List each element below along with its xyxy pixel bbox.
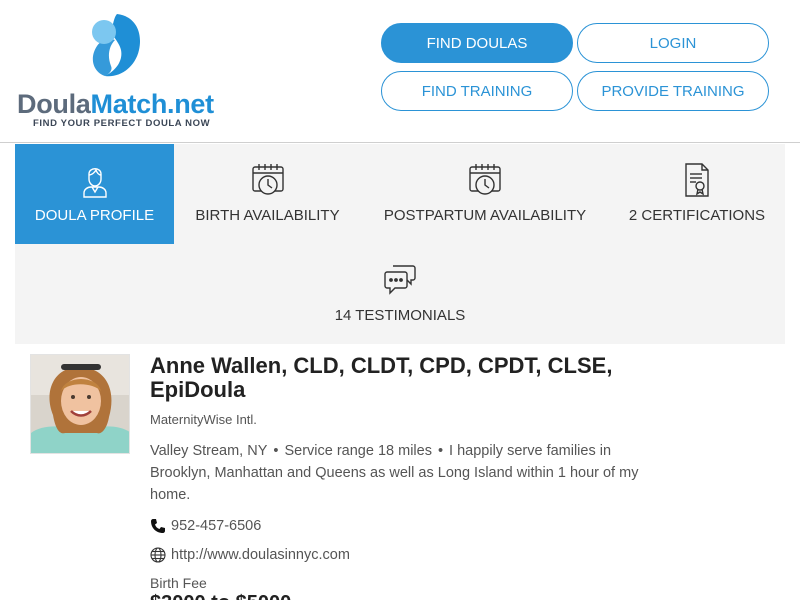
service-range: Service range 18 miles xyxy=(284,443,432,459)
login-button[interactable]: LOGIN xyxy=(577,23,769,63)
birth-fee-label: Birth Fee xyxy=(150,575,207,591)
doula-location-info: Valley Stream, NY • Service range 18 miles… xyxy=(150,440,640,506)
doula-photo xyxy=(30,354,130,454)
logo-tagline: FIND YOUR PERFECT DOULA NOW xyxy=(33,118,211,129)
tab-testimonials[interactable]: 14 TESTIMONIALS xyxy=(315,244,485,344)
doula-organization: MaternityWise Intl. xyxy=(150,412,257,427)
birth-fee-value: $3000 to $5000 xyxy=(150,592,291,600)
tab-label: 2 CERTIFICATIONS xyxy=(628,207,766,224)
logo-wordmark: DoulaMatch.net xyxy=(17,89,214,119)
provide-training-button[interactable]: PROVIDE TRAINING xyxy=(577,71,769,111)
separator-dot: • xyxy=(437,443,444,459)
tab-certifications[interactable]: 2 CERTIFICATIONS xyxy=(621,144,773,244)
tab-birth-availability[interactable]: BIRTH AVAILABILITY xyxy=(183,144,352,244)
certificate-icon xyxy=(685,163,709,197)
calendar-clock-icon xyxy=(251,164,284,195)
doula-website[interactable]: http://www.doulasinnyc.com xyxy=(150,547,350,563)
tab-label: BIRTH AVAILABILITY xyxy=(195,207,340,224)
phone-icon xyxy=(151,519,165,533)
site-header: DoulaMatch.net FIND YOUR PERFECT DOULA N… xyxy=(0,0,800,143)
website-link[interactable]: http://www.doulasinnyc.com xyxy=(171,547,350,563)
tab-postpartum-availability[interactable]: POSTPARTUM AVAILABILITY xyxy=(375,144,595,244)
tab-label: POSTPARTUM AVAILABILITY xyxy=(383,207,587,224)
find-doulas-button[interactable]: FIND DOULAS xyxy=(381,23,573,63)
tab-label: 14 TESTIMONIALS xyxy=(334,307,466,324)
site-logo[interactable]: DoulaMatch.net FIND YOUR PERFECT DOULA N… xyxy=(17,12,217,132)
calendar-clock-icon xyxy=(469,164,501,195)
doula-location: Valley Stream, NY xyxy=(150,443,268,459)
find-training-button[interactable]: FIND TRAINING xyxy=(381,71,573,111)
doula-profile-section: Anne Wallen, CLD, CLDT, CPD, CPDT, CLSE,… xyxy=(0,344,800,600)
doula-profile-icon xyxy=(82,168,107,198)
doula-name: Anne Wallen, CLD, CLDT, CPD, CPDT, CLSE,… xyxy=(150,353,613,402)
tab-doula-profile[interactable]: DOULA PROFILE xyxy=(15,144,174,244)
chat-bubbles-icon xyxy=(384,265,416,295)
doula-phone[interactable]: 952-457-6506 xyxy=(150,518,261,534)
separator-dot: • xyxy=(273,443,279,459)
profile-tabs: DOULA PROFILE BIRTH AVAILABILITY POSTPAR… xyxy=(15,144,785,344)
doulamatch-logo-icon xyxy=(92,14,141,77)
tab-label: DOULA PROFILE xyxy=(34,207,155,224)
phone-number[interactable]: 952-457-6506 xyxy=(171,518,261,534)
globe-icon xyxy=(150,547,166,563)
